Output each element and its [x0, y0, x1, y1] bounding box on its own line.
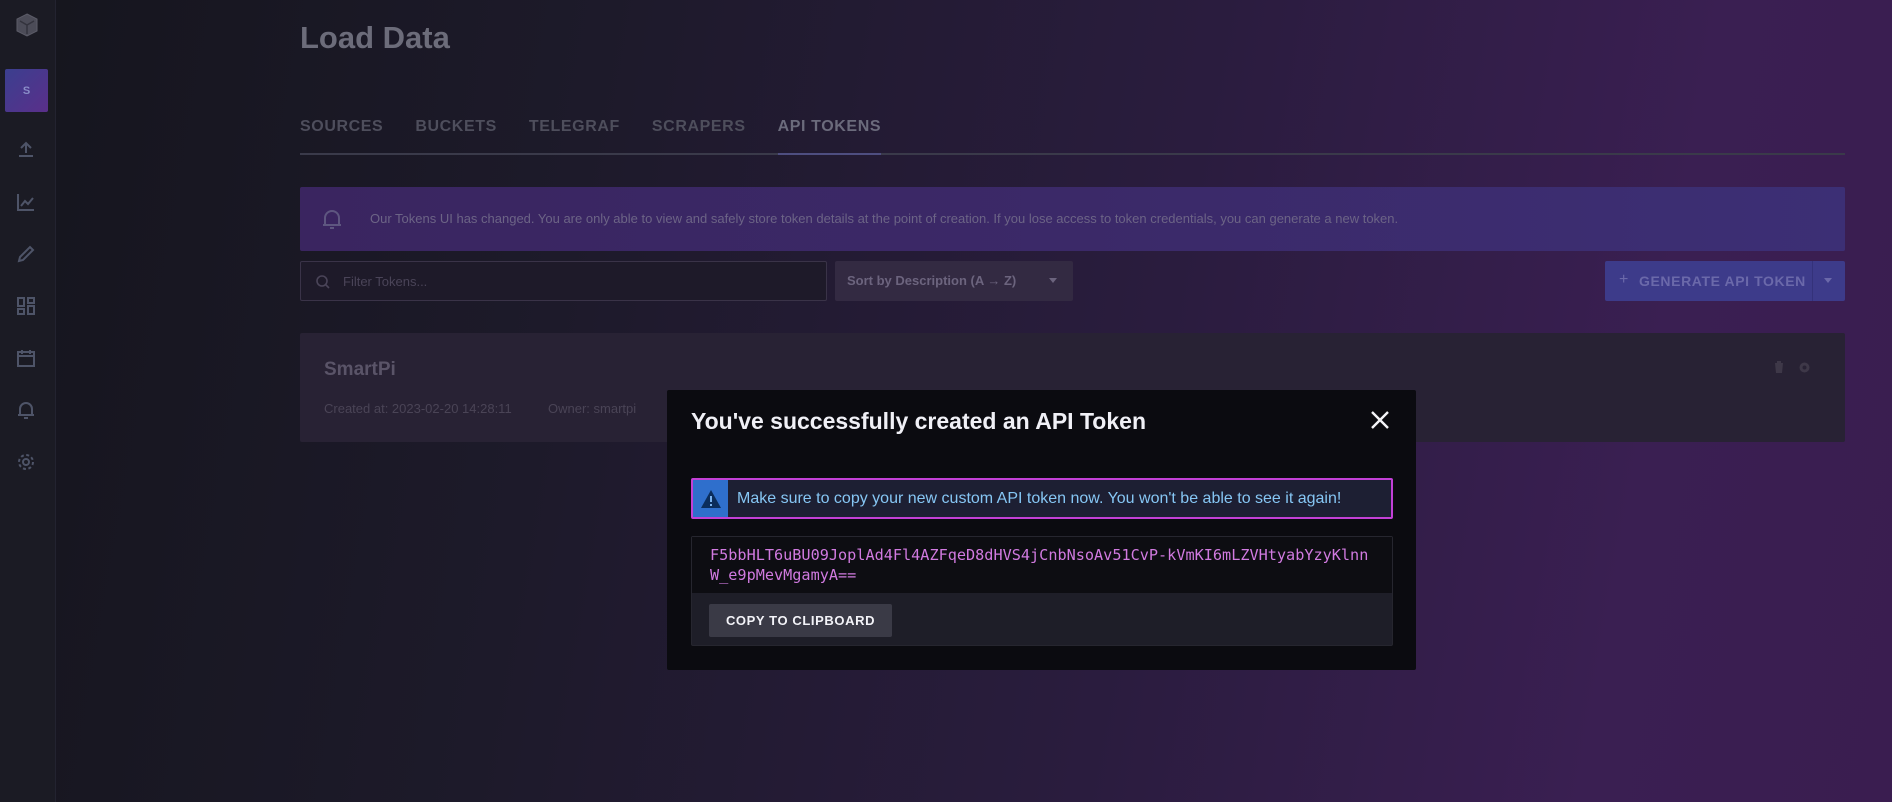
tab-scrapers[interactable]: SCRAPERS	[652, 116, 746, 153]
notice-bell-icon	[318, 205, 346, 233]
org-avatar[interactable]: S	[5, 69, 48, 112]
tab-sources[interactable]: SOURCES	[300, 116, 383, 153]
tab-bar: SOURCES BUCKETS TELEGRAF SCRAPERS API TO…	[300, 116, 1845, 155]
filter-placeholder: Filter Tokens...	[343, 274, 428, 289]
tab-telegraf[interactable]: TELEGRAF	[529, 116, 620, 153]
plus-icon: +	[1619, 271, 1629, 288]
chevron-down-icon	[1049, 278, 1057, 283]
token-value[interactable]: F5bbHLT6uBU09JoplAd4Fl4AZFqeD8dHVS4jCnbN…	[692, 537, 1392, 593]
page-title: Load Data	[300, 20, 450, 55]
warning-icon	[700, 489, 721, 508]
sort-label: Sort by Description (A → Z)	[847, 273, 1017, 288]
sidebar: S	[0, 0, 56, 802]
settings-gear-icon[interactable]	[1797, 360, 1812, 375]
token-owner: Owner: smartpi	[548, 401, 637, 416]
bell-icon[interactable]	[14, 398, 38, 422]
gear-icon[interactable]	[14, 450, 38, 474]
token-created: Created at: 2023-02-20 14:28:11	[324, 401, 512, 416]
search-icon	[315, 274, 331, 290]
alert-icon-box	[693, 480, 728, 517]
dashboards-icon[interactable]	[14, 294, 38, 318]
token-name[interactable]: SmartPi	[324, 359, 396, 381]
influxdb-logo-icon[interactable]	[14, 12, 40, 38]
tab-api-tokens[interactable]: API TOKENS	[777, 116, 882, 155]
copy-to-clipboard-button[interactable]: COPY TO CLIPBOARD	[709, 604, 892, 637]
close-icon[interactable]	[1368, 408, 1392, 432]
generate-api-token-button[interactable]: + GENERATE API TOKEN	[1605, 261, 1845, 301]
generate-label: GENERATE API TOKEN	[1639, 273, 1806, 289]
token-created-modal: You've successfully created an API Token…	[667, 390, 1416, 670]
trash-icon[interactable]	[1772, 360, 1786, 374]
sort-dropdown[interactable]: Sort by Description (A → Z)	[835, 261, 1073, 301]
tab-buckets[interactable]: BUCKETS	[415, 116, 497, 153]
filter-tokens-input[interactable]: Filter Tokens...	[300, 261, 827, 301]
token-value-box: F5bbHLT6uBU09JoplAd4Fl4AZFqeD8dHVS4jCnbN…	[691, 536, 1393, 646]
notice-banner: Our Tokens UI has changed. You are only …	[300, 187, 1845, 251]
alert-text: Make sure to copy your new custom API to…	[737, 490, 1342, 507]
graph-icon[interactable]	[14, 190, 38, 214]
calendar-icon[interactable]	[14, 346, 38, 370]
notice-text: Our Tokens UI has changed. You are only …	[370, 211, 1399, 226]
button-divider	[1812, 261, 1813, 301]
pencil-icon[interactable]	[14, 242, 38, 266]
chevron-down-icon[interactable]	[1824, 278, 1832, 283]
upload-icon[interactable]	[14, 138, 38, 162]
modal-title: You've successfully created an API Token	[691, 408, 1146, 434]
warning-alert: Make sure to copy your new custom API to…	[691, 478, 1393, 519]
